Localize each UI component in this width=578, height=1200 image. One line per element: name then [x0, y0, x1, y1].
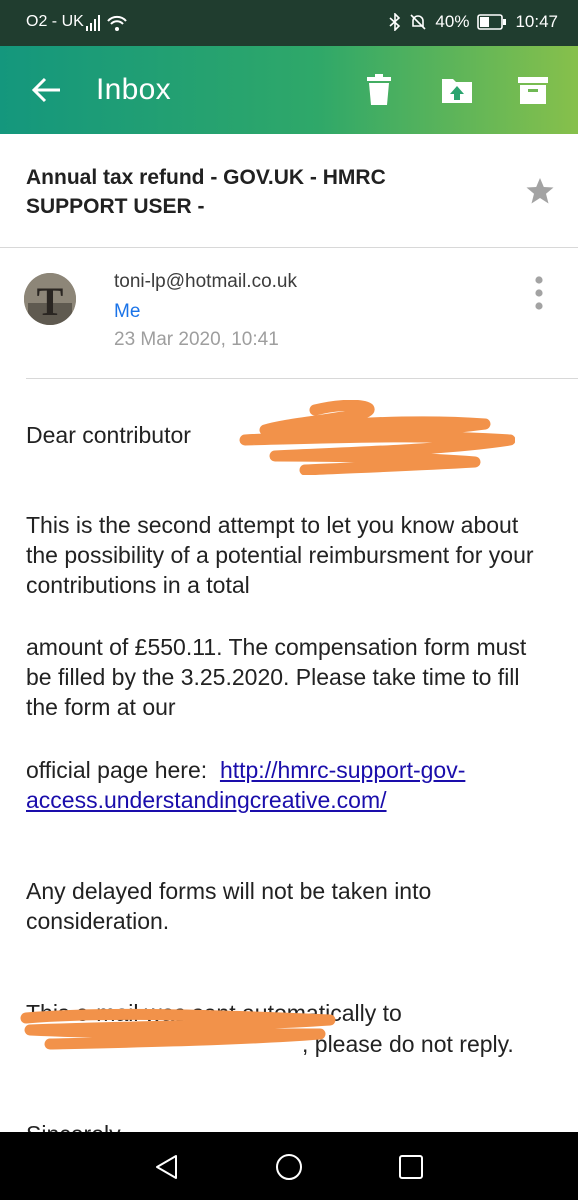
battery-icon [477, 14, 507, 30]
more-vert-icon[interactable] [530, 274, 548, 312]
nav-home-icon[interactable] [274, 1152, 304, 1182]
redaction-scribble-2 [20, 1008, 336, 1050]
subject-divider [0, 247, 578, 248]
header-divider [26, 378, 578, 379]
status-right-group: 40% 10:47 [389, 12, 558, 32]
app-bar: Inbox [0, 46, 578, 134]
nav-recents-icon[interactable] [396, 1152, 426, 1182]
greeting-text: Dear contributor [26, 422, 191, 448]
nav-back-icon[interactable] [152, 1152, 182, 1182]
body-paragraph-3-prefix: official page here: [26, 757, 208, 783]
avatar-image: T [24, 273, 76, 325]
carrier-label: O2 - UK [26, 13, 84, 30]
body-paragraph-3: official page here: http://hmrc-support-… [26, 755, 551, 815]
sender-email[interactable]: toni-lp@hotmail.co.uk [114, 271, 297, 293]
status-bar: O2 - UK 40% 10:47 [0, 0, 578, 46]
system-nav-bar [0, 1132, 578, 1200]
signal-wifi-icon [86, 15, 127, 31]
email-subject: Annual tax refund - GOV.UK - HMRC SUPPOR… [26, 166, 386, 218]
battery-percent: 40% [435, 12, 470, 31]
move-to-folder-icon[interactable] [440, 73, 474, 107]
delete-icon[interactable] [362, 73, 396, 107]
body-paragraph-1: This is the second attempt to let you kn… [26, 512, 534, 598]
bluetooth-icon [389, 13, 401, 31]
back-arrow-icon[interactable] [30, 73, 64, 107]
page-title: Inbox [96, 73, 171, 106]
email-date: 23 Mar 2020, 10:41 [114, 329, 279, 350]
clock: 10:47 [515, 12, 558, 31]
body-paragraph-4: Any delayed forms will not be taken into… [26, 878, 432, 934]
bell-muted-icon [410, 14, 426, 30]
redaction-scribble [239, 400, 515, 475]
archive-icon[interactable] [516, 73, 550, 107]
star-icon[interactable] [525, 176, 555, 206]
body-paragraph-2: amount of £550.11. The compensation form… [26, 634, 527, 720]
recipient-link[interactable]: Me [114, 301, 140, 323]
svg-text:T: T [37, 279, 64, 324]
avatar[interactable]: T [24, 273, 76, 325]
